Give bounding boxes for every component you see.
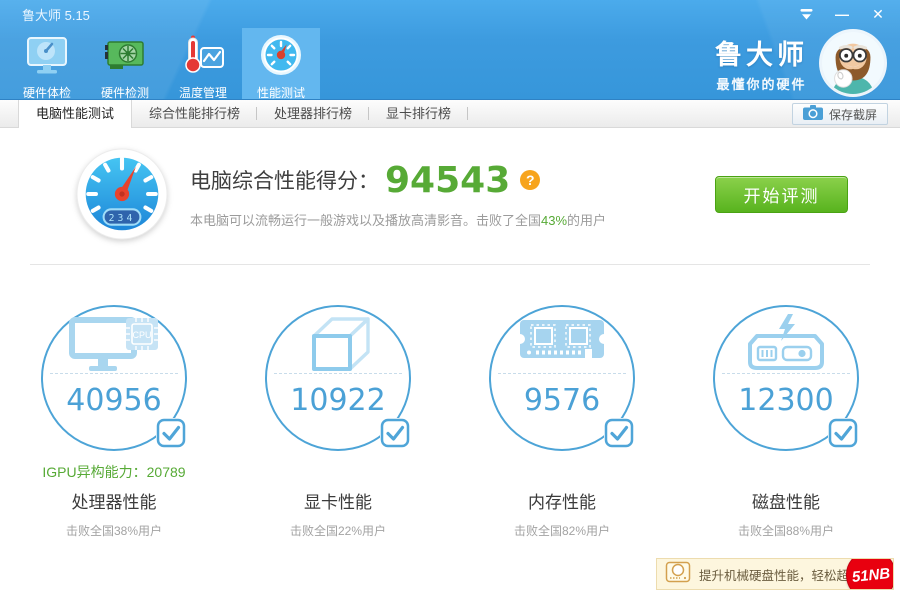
cpu-score-value: 40956 — [66, 383, 162, 418]
camera-icon — [802, 105, 823, 123]
cpu-icon: CPU — [43, 314, 185, 376]
app-window: 鲁大师 5.15 — ✕ 硬件体检 硬件检测 温度管理 性能测试 鲁大师 最懂你… — [0, 0, 900, 600]
close-button[interactable]: ✕ — [870, 6, 886, 22]
mascot-logo-icon — [822, 32, 884, 94]
memory-icon — [491, 314, 633, 372]
metric-beat: 击败全国38%用户 — [65, 524, 163, 538]
score-block: 电脑综合性能得分： 94543 ? 本电脑可以流畅运行一般游戏以及播放高清影音。… — [190, 160, 606, 229]
dash-line — [50, 373, 178, 374]
cpu-chip-label: CPU — [132, 330, 151, 340]
metric-cpu: CPU 40956 IGPU异构能力：20789 处理器性能 击败全国38%用户 — [2, 305, 226, 539]
dash-line — [274, 373, 402, 374]
score-description: 本电脑可以流畅运行一般游戏以及播放高清影音。击败了全国43%的用户 — [190, 210, 606, 229]
score-title: 电脑综合性能得分： — [190, 170, 379, 193]
score-desc-suffix: 的用户 — [567, 212, 607, 228]
tab-gpu-ranking[interactable]: 显卡排行榜 — [369, 100, 469, 127]
brand-text: 鲁大师 最懂你的硬件 — [715, 33, 808, 93]
disk-icon — [715, 314, 857, 374]
save-screenshot-label: 保存截屏 — [828, 107, 877, 122]
dash-line — [498, 373, 626, 374]
section-divider — [30, 264, 870, 265]
metric-disk: 12300 磁盘性能 击败全国88%用户 — [674, 305, 898, 539]
metric-name: 磁盘性能 — [752, 493, 820, 512]
skin-menu-icon[interactable] — [798, 6, 814, 22]
save-screenshot-button[interactable]: 保存截屏 — [791, 103, 888, 125]
dash-line — [722, 373, 850, 374]
start-benchmark-button[interactable]: 开始评测 — [715, 175, 848, 213]
disk-score-circle: 12300 — [713, 305, 859, 451]
metric-beat: 击败全国88%用户 — [737, 524, 835, 538]
tool-label: 性能测试 — [256, 86, 305, 100]
tool-label: 温度管理 — [178, 86, 227, 100]
minimize-button[interactable]: — — [834, 6, 850, 22]
titlebar: 鲁大师 5.15 — ✕ — [0, 0, 900, 28]
score-desc-prefix: 本电脑可以流畅运行一般游戏以及播放高清影音。击败了全国 — [190, 212, 542, 228]
promo-text: 提升机械硬盘性能，轻松超 — [699, 568, 850, 583]
51nb-logo-badge[interactable]: 51NB — [843, 559, 893, 589]
tab-cpu-ranking[interactable]: 处理器排行榜 — [257, 100, 370, 127]
tool-performance-test[interactable]: 性能测试 — [242, 28, 320, 100]
cpu-score-circle: CPU 40956 — [41, 305, 187, 451]
metric-name: 内存性能 — [528, 493, 596, 512]
metrics-row: CPU 40956 IGPU异构能力：20789 处理器性能 击败全国38%用户 — [0, 305, 900, 539]
header: 鲁大师 5.15 — ✕ 硬件体检 硬件检测 温度管理 性能测试 鲁大师 最懂你… — [0, 0, 900, 100]
metric-name: 显卡性能 — [304, 493, 372, 512]
metric-name: 处理器性能 — [71, 493, 157, 512]
metric-beat: 击败全国82%用户 — [513, 524, 611, 538]
gauge-value: 234 — [109, 213, 136, 224]
tab-pc-performance-test[interactable]: 电脑性能测试 — [18, 100, 133, 128]
metric-beat: 击败全国22%用户 — [289, 524, 387, 538]
check-icon — [604, 418, 634, 448]
score-desc-percent: 43% — [541, 212, 568, 228]
memory-score-value: 9576 — [523, 383, 601, 418]
metric-gpu: 10922 显卡性能 击败全国22%用户 — [226, 305, 450, 539]
toolbar: 硬件体检 硬件检测 温度管理 性能测试 鲁大师 最懂你的硬件 — [0, 28, 900, 100]
tool-hardware-checkup[interactable]: 硬件体检 — [8, 28, 86, 100]
disk-score-value: 12300 — [738, 383, 834, 418]
score-section: 234 电脑综合性能得分： 94543 ? 本电脑可以流畅运行一般游戏以及播放高… — [0, 128, 900, 256]
igpu-score-text: IGPU异构能力：20789 — [42, 464, 186, 480]
tool-hardware-detect[interactable]: 硬件检测 — [86, 28, 164, 100]
tab-overall-ranking[interactable]: 综合性能排行榜 — [132, 100, 258, 127]
brand-tagline: 最懂你的硬件 — [716, 77, 807, 92]
brand-name: 鲁大师 — [715, 40, 808, 70]
check-icon — [156, 418, 186, 448]
speedometer-icon — [259, 33, 303, 82]
check-icon — [828, 418, 858, 448]
metric-memory: 9576 内存性能 击败全国82%用户 — [450, 305, 674, 539]
monitor-checkup-icon — [25, 33, 69, 82]
window-title: 鲁大师 5.15 — [22, 7, 90, 23]
brand: 鲁大师 最懂你的硬件 — [715, 32, 884, 94]
tabbar: 电脑性能测试 综合性能排行榜 处理器排行榜 显卡排行榜 保存截屏 — [0, 100, 900, 128]
promo-notification-bar[interactable]: 提升机械硬盘性能，轻松超 51NB — [656, 558, 894, 590]
gpu-score-circle: 10922 — [265, 305, 411, 451]
check-icon — [380, 418, 410, 448]
memory-score-circle: 9576 — [489, 305, 635, 451]
gpu-score-value: 10922 — [290, 383, 386, 418]
tool-label: 硬件检测 — [100, 86, 149, 100]
gpu-card-icon — [103, 33, 147, 82]
help-icon[interactable]: ? — [520, 170, 541, 190]
tool-label: 硬件体检 — [22, 86, 71, 100]
tool-temperature[interactable]: 温度管理 — [164, 28, 242, 100]
score-value: 94543 — [385, 159, 511, 201]
window-controls: — ✕ — [798, 6, 886, 22]
score-gauge-icon: 234 — [76, 148, 168, 240]
thermometer-chart-icon — [181, 33, 225, 82]
hdd-icon — [665, 561, 691, 588]
gpu-cube-icon — [267, 314, 409, 376]
